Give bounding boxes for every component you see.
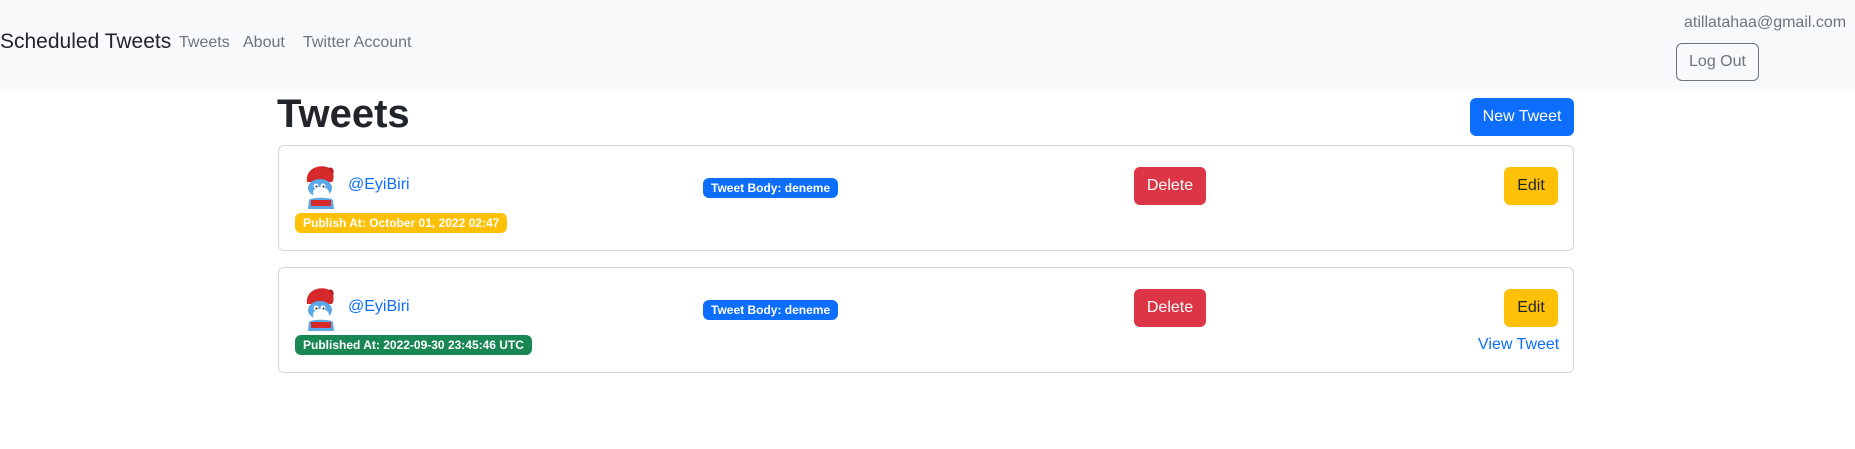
logout-button[interactable]: Log Out (1676, 43, 1759, 81)
smurf-avatar-icon (301, 164, 341, 210)
smurf-avatar-icon (301, 286, 341, 332)
tweet-card: @EyiBiri Tweet Body: deneme Published At… (278, 267, 1574, 373)
twitter-handle-link[interactable]: @EyiBiri (348, 176, 410, 194)
edit-button[interactable]: Edit (1504, 289, 1558, 327)
navbar-brand[interactable]: Scheduled Tweets (0, 30, 171, 54)
user-email: atillatahaa@gmail.com (1684, 14, 1847, 31)
view-tweet-link[interactable]: View Tweet (1478, 336, 1559, 354)
new-tweet-button[interactable]: New Tweet (1470, 98, 1574, 136)
navbar: Scheduled Tweets Tweets About Twitter Ac… (0, 0, 1855, 89)
tweet-body-badge: Tweet Body: deneme (703, 300, 839, 320)
twitter-handle-link[interactable]: @EyiBiri (348, 298, 410, 316)
edit-button[interactable]: Edit (1504, 167, 1558, 205)
delete-button[interactable]: Delete (1134, 167, 1206, 205)
tweet-body-badge: Tweet Body: deneme (703, 178, 839, 198)
published-at-badge: Published At: 2022-09-30 23:45:46 UTC (295, 335, 532, 355)
nav-link-twitter-account[interactable]: Twitter Account (303, 34, 412, 52)
publish-at-badge: Publish At: October 01, 2022 02:47 (295, 213, 508, 233)
delete-button[interactable]: Delete (1134, 289, 1206, 327)
tweet-card: @EyiBiri Tweet Body: deneme Publish At: … (278, 145, 1574, 251)
nav-link-tweets[interactable]: Tweets (179, 34, 230, 52)
page-title: Tweets (277, 92, 410, 136)
nav-link-about[interactable]: About (243, 34, 285, 52)
